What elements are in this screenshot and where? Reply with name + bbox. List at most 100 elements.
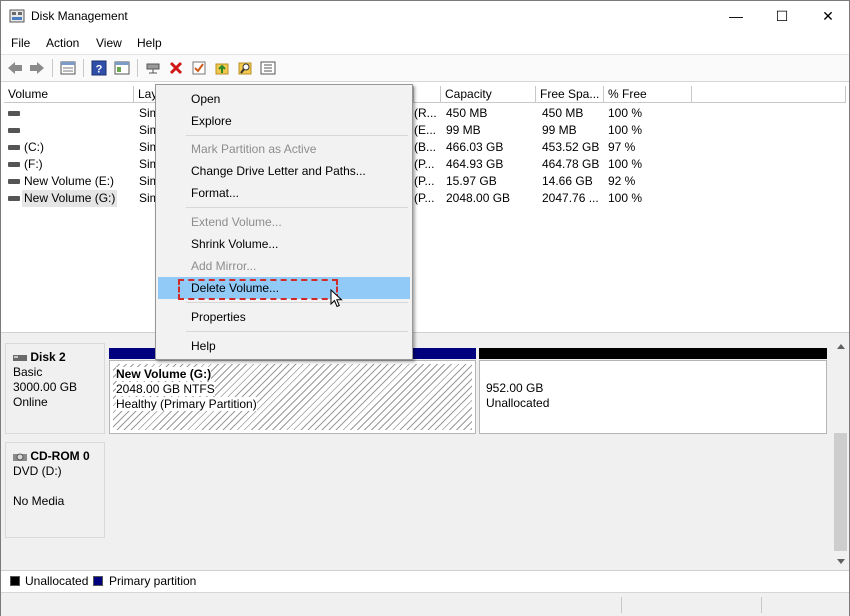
toolbar-separator (83, 59, 84, 77)
cdrom0-label[interactable]: CD-ROM 0 DVD (D:) No Media (5, 442, 105, 538)
legend: Unallocated Primary partition (1, 570, 849, 593)
minimize-icon: — (729, 8, 743, 24)
table-row[interactable]: New Volume (E:) Sim (P... 15.97 GB 14.66… (1, 173, 849, 190)
volume-list: Volume Lay Capacity Free Spa... % Free S… (1, 86, 849, 332)
legend-primary-swatch (93, 576, 103, 586)
drive-icon (8, 196, 20, 201)
ctx-separator (186, 331, 408, 332)
toolbar-separator (137, 59, 138, 77)
disk2-size: 3000.00 GB (13, 380, 78, 394)
partition-size-fs: 2048.00 GB NTFS (116, 382, 215, 396)
check-icon[interactable] (190, 59, 208, 77)
volume-fs: (P... (414, 157, 435, 171)
ctx-extend-volume: Extend Volume... (191, 215, 282, 229)
title-bar: Disk Management — ☐ ✕ (1, 1, 849, 32)
partition-hatched-area: New Volume (G:) 2048.00 GB NTFS Healthy … (113, 364, 472, 430)
vertical-scrollbar[interactable] (832, 338, 849, 570)
ctx-add-mirror: Add Mirror... (191, 259, 257, 273)
cdrom0-status: No Media (13, 494, 65, 508)
disk2-status: Online (13, 395, 48, 409)
status-bar (1, 592, 849, 616)
volume-fs: (P... (414, 191, 435, 205)
table-row[interactable]: (C:) Sim (B... 466.03 GB 453.52 GB 97 % (1, 139, 849, 156)
forward-icon[interactable] (28, 59, 46, 77)
ctx-properties[interactable]: Properties (158, 306, 410, 328)
menu-view[interactable]: View (96, 36, 122, 50)
partition-status: Healthy (Primary Partition) (116, 397, 257, 411)
ctx-mark-active: Mark Partition as Active (191, 142, 317, 156)
ctx-separator (186, 207, 408, 208)
help-icon[interactable]: ? (90, 59, 108, 77)
cdrom0-name: CD-ROM 0 (30, 449, 90, 463)
volume-free: 2047.76 ... (542, 191, 599, 205)
drive-icon (8, 145, 20, 150)
svg-text:?: ? (96, 64, 103, 76)
ctx-open[interactable]: Open (158, 88, 410, 110)
table-row[interactable]: Sim (R... 450 MB 450 MB 100 % (1, 105, 849, 122)
table-row[interactable]: (F:) Sim (P... 464.93 GB 464.78 GB 100 % (1, 156, 849, 173)
connect-icon[interactable] (144, 59, 162, 77)
volume-name: (F:) (24, 157, 43, 171)
volume-fs: (B... (414, 140, 437, 154)
volume-capacity: 464.93 GB (446, 157, 504, 171)
menu-help[interactable]: Help (137, 36, 162, 50)
scroll-thumb[interactable] (834, 433, 847, 551)
maximize-icon: ☐ (775, 7, 789, 24)
properties-list-icon[interactable] (59, 59, 77, 77)
highlight-outline (178, 279, 338, 300)
column-header-free-space[interactable]: Free Spa... (536, 86, 604, 103)
menu-bar: File Action View Help (1, 32, 849, 54)
volume-percent: 100 % (608, 123, 643, 137)
volume-capacity: 2048.00 GB (446, 191, 511, 205)
search-icon[interactable] (236, 59, 254, 77)
status-divider (621, 597, 622, 613)
toolbar: ? (1, 54, 849, 82)
column-header-volume[interactable]: Volume (4, 86, 134, 103)
volume-fs: (R... (414, 106, 437, 120)
volume-capacity: 466.03 GB (446, 140, 504, 154)
ctx-explore[interactable]: Explore (158, 110, 410, 132)
ctx-change-drive-letter[interactable]: Change Drive Letter and Paths... (158, 160, 410, 182)
volume-fs: (P... (414, 174, 435, 188)
ctx-format[interactable]: Format... (158, 182, 410, 204)
volume-free: 14.66 GB (542, 174, 593, 188)
column-header-percent-free[interactable]: % Free (604, 86, 692, 103)
legend-primary-label: Primary partition (109, 574, 197, 588)
scroll-down-button[interactable] (832, 553, 849, 570)
unallocated-bar (479, 348, 827, 359)
menu-action[interactable]: Action (46, 36, 79, 50)
menu-file[interactable]: File (11, 36, 30, 50)
volume-name: (C:) (24, 140, 44, 154)
drive-icon (8, 162, 20, 167)
scroll-down-icon (836, 559, 845, 564)
disk2-label[interactable]: Disk 2 Basic 3000.00 GB Online (5, 343, 105, 434)
partition-new-volume-g[interactable]: New Volume (G:) 2048.00 GB NTFS Healthy … (109, 360, 476, 434)
close-button[interactable]: ✕ (805, 1, 850, 31)
cdrom0-title: CD-ROM 0 (13, 449, 104, 464)
volume-percent: 97 % (608, 140, 636, 154)
partition-unallocated[interactable]: 952.00 GB Unallocated (479, 360, 827, 434)
scroll-up-button[interactable] (832, 338, 849, 355)
folder-up-icon[interactable] (213, 59, 231, 77)
legend-unallocated-label: Unallocated (25, 574, 89, 588)
drive-icon (8, 111, 20, 116)
column-header-capacity[interactable]: Capacity (441, 86, 536, 103)
volume-capacity: 15.97 GB (446, 174, 497, 188)
mouse-cursor-icon (330, 289, 343, 308)
maximize-button[interactable]: ☐ (759, 1, 805, 31)
settings-icon[interactable] (259, 59, 277, 77)
table-row-selected[interactable]: New Volume (G:) Sim (P... 2048.00 GB 204… (1, 190, 849, 207)
volume-name: New Volume (G:) (22, 190, 118, 207)
details-icon[interactable] (113, 59, 131, 77)
delete-icon[interactable] (167, 59, 185, 77)
column-header-type[interactable] (414, 86, 441, 103)
context-menu: Open Explore Mark Partition as Active Ch… (155, 84, 413, 360)
volume-free: 450 MB (542, 106, 584, 120)
back-icon[interactable] (6, 59, 24, 77)
table-row[interactable]: Sim (E... 99 MB 99 MB 100 % (1, 122, 849, 139)
unallocated-status: Unallocated (486, 396, 550, 410)
volume-percent: 100 % (608, 106, 643, 120)
ctx-shrink-volume[interactable]: Shrink Volume... (158, 233, 410, 255)
minimize-button[interactable]: — (713, 1, 759, 31)
ctx-help[interactable]: Help (158, 335, 410, 357)
